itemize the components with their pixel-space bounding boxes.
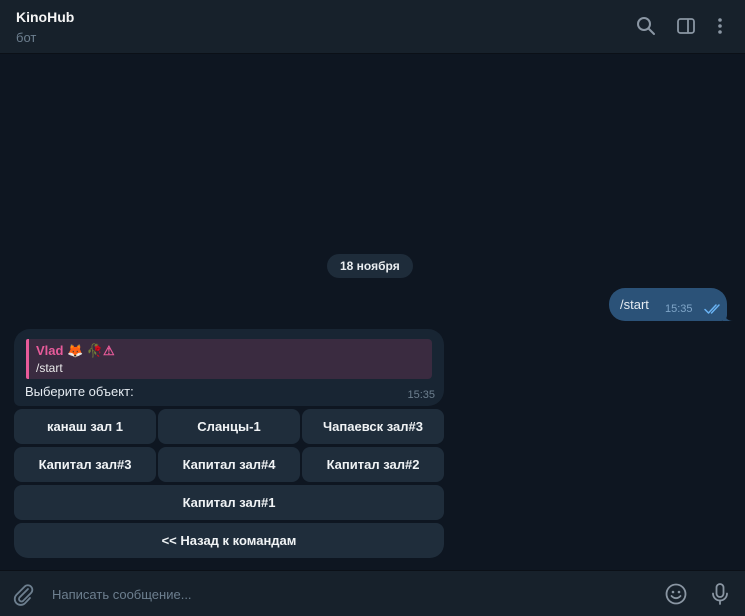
reply-author: Vlad 🦊 🥀⚠ — [36, 343, 115, 358]
keyboard-button-chapaevsk-3[interactable]: Чапаевск зал#3 — [302, 409, 444, 444]
chat-title[interactable]: KinoHub — [16, 9, 74, 25]
chat-subtitle: бот — [16, 30, 37, 45]
reply-accent-bar — [26, 339, 29, 379]
keyboard-button-kanash-1[interactable]: канаш зал 1 — [14, 409, 156, 444]
reply-quote[interactable]: Vlad 🦊 🥀⚠ /start — [26, 339, 432, 379]
double-check-icon — [704, 304, 720, 314]
outgoing-message[interactable]: /start 15:35 — [609, 288, 733, 321]
incoming-message-text: Выберите объект: — [25, 384, 134, 399]
sidebar-panel-icon[interactable] — [676, 16, 696, 36]
keyboard-button-back[interactable]: << Назад к командам — [14, 523, 444, 558]
keyboard-button-kapital-1[interactable]: Капитал зал#1 — [14, 485, 444, 520]
search-icon[interactable] — [636, 16, 656, 36]
outgoing-message-text: /start — [620, 297, 649, 312]
attach-icon[interactable] — [11, 582, 35, 606]
bubble-tail — [723, 311, 733, 321]
keyboard-button-kapital-4[interactable]: Капитал зал#4 — [158, 447, 300, 482]
date-separator: 18 ноября — [327, 254, 413, 278]
chat-header: KinoHub бот — [0, 0, 745, 54]
incoming-message[interactable]: Vlad 🦊 🥀⚠ /start Выберите объект: 15:35 — [14, 329, 444, 406]
incoming-message-time: 15:35 — [407, 389, 435, 401]
keyboard-button-slantsy-1[interactable]: Сланцы-1 — [158, 409, 300, 444]
keyboard-button-kapital-2[interactable]: Капитал зал#2 — [302, 447, 444, 482]
message-input[interactable] — [50, 581, 614, 607]
message-composer — [0, 570, 745, 616]
outgoing-message-time: 15:35 — [665, 303, 693, 315]
microphone-icon[interactable] — [708, 582, 732, 606]
more-vertical-icon[interactable] — [710, 16, 730, 36]
emoji-icon[interactable] — [664, 582, 688, 606]
keyboard-button-kapital-3[interactable]: Капитал зал#3 — [14, 447, 156, 482]
message-list[interactable]: 18 ноября /start 15:35 Vlad 🦊 🥀⚠ /start … — [0, 54, 745, 570]
reply-text: /start — [36, 361, 63, 375]
